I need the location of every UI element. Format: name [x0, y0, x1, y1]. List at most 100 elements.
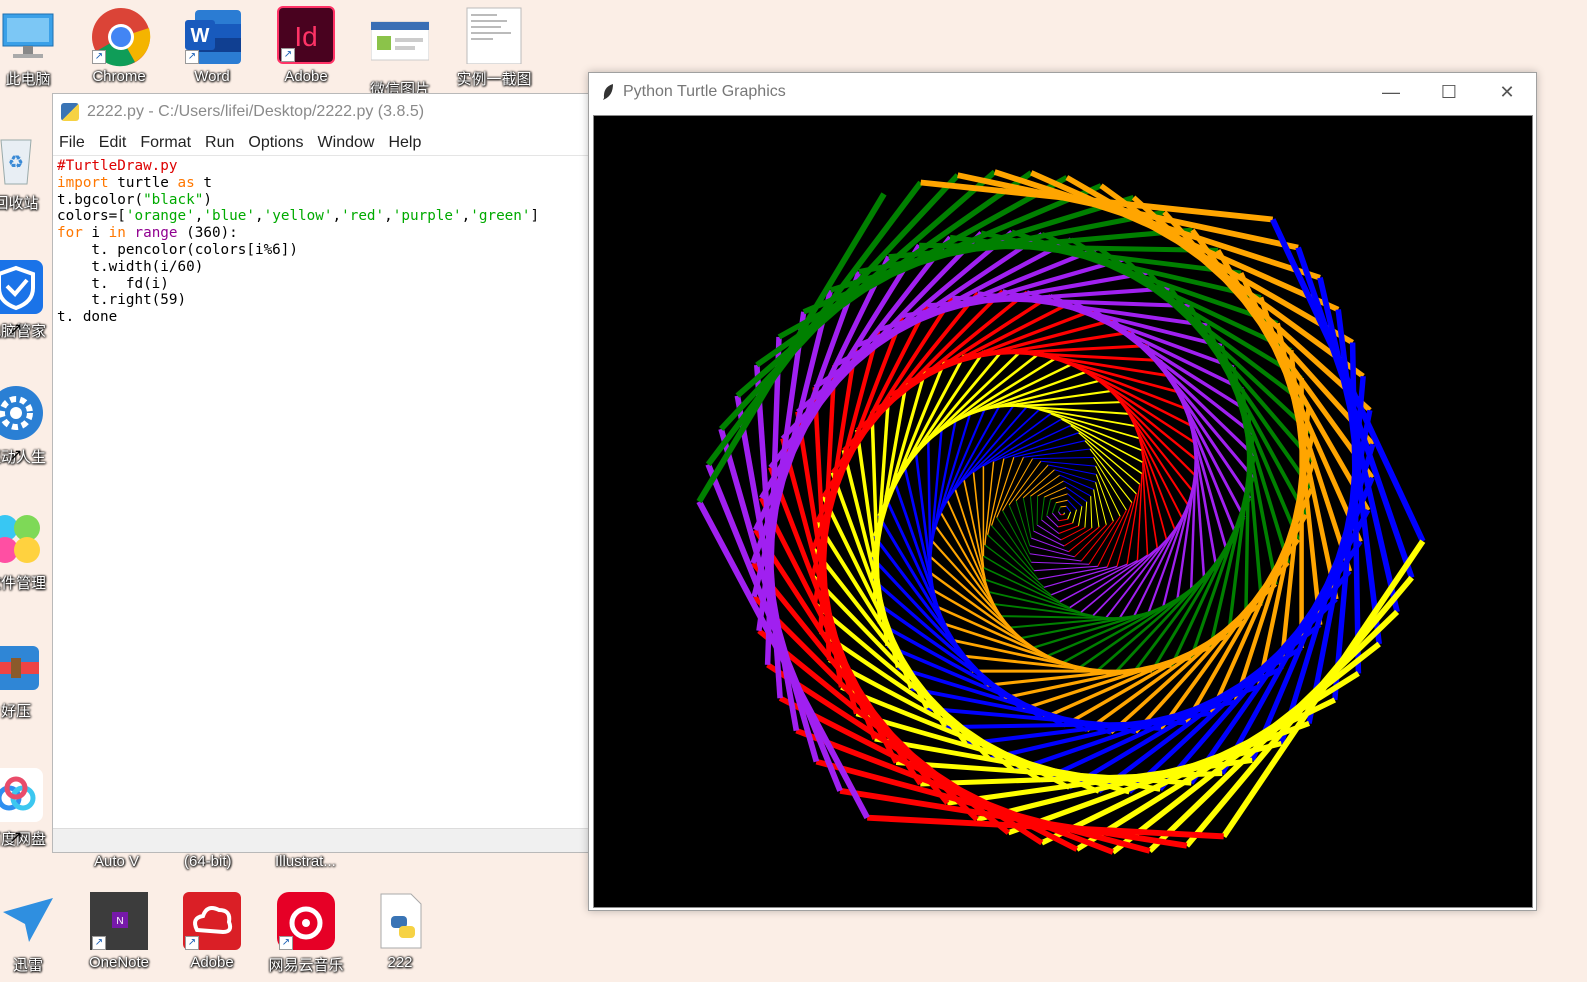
- bird-icon: [0, 892, 57, 950]
- turtle-graphics-window[interactable]: Python Turtle Graphics — ☐ ✕: [588, 72, 1537, 911]
- turtle-stroke: [1067, 511, 1072, 520]
- turtle-stroke: [984, 578, 1081, 614]
- desktop-icon-screenshot[interactable]: 实例一截图: [454, 6, 534, 89]
- svg-text:Id: Id: [294, 21, 317, 52]
- code-text: turtle: [108, 174, 178, 191]
- desktop-icon-adobe-cc[interactable]: ↗ Adobe: [172, 892, 252, 971]
- desktop-icon-word[interactable]: W ↗ Word: [172, 6, 252, 85]
- turtle-stroke: [1032, 456, 1094, 460]
- desktop-icon-pc-manager[interactable]: ↗ 电脑管家: [0, 260, 56, 341]
- desktop-icon-onenote[interactable]: N ↗ OneNote: [79, 892, 159, 971]
- desktop-icon-driver[interactable]: ↗ 驱动人生: [0, 386, 56, 467]
- code-string: "black": [143, 191, 204, 208]
- code-line: t. done: [57, 309, 118, 326]
- desktop-icon-wechat-image[interactable]: 微信图片: [360, 16, 440, 99]
- turtle-stroke: [718, 173, 960, 431]
- document-thumbnail-icon: [465, 6, 523, 65]
- code-line: colors=['orange','blue','yellow','red','…: [57, 208, 540, 225]
- desktop-icon-haozip[interactable]: 好压: [0, 640, 56, 721]
- idle-editor-window[interactable]: 2222.py - C:/Users/lifei/Desktop/2222.py…: [52, 93, 592, 853]
- code-text: t: [194, 174, 212, 191]
- turtle-stroke: [1065, 505, 1072, 513]
- menu-help[interactable]: Help: [388, 134, 421, 152]
- code-line: t.right(59): [57, 292, 187, 309]
- python-idle-icon: [61, 103, 79, 121]
- turtle-canvas[interactable]: [593, 115, 1533, 908]
- minimize-button[interactable]: —: [1362, 73, 1420, 111]
- code-string: 'yellow': [263, 208, 333, 225]
- menu-format[interactable]: Format: [140, 134, 191, 152]
- code-line: t. fd(i): [57, 275, 169, 292]
- music-icon: ↗: [277, 892, 335, 950]
- shortcut-arrow-icon: ↗: [281, 48, 295, 62]
- turtle-stroke: [1029, 553, 1082, 562]
- code-string: 'red': [341, 208, 385, 225]
- desktop-icon-recycle-bin[interactable]: ♻ 回收站: [0, 132, 56, 213]
- turtle-stroke: [718, 428, 820, 763]
- turtle-stroke: [1084, 501, 1088, 528]
- desktop-icon-baidu-netdisk[interactable]: ↗ 百度网盘: [0, 768, 56, 849]
- code-editor[interactable]: #TurtleDraw.py import turtle as t t.bgcolo…: [57, 158, 591, 826]
- desktop-icon-adobe-indesign[interactable]: Id ↗ Adobe: [266, 6, 346, 85]
- computer-icon: [0, 6, 57, 64]
- shortcut-arrow-icon: ↗: [9, 829, 23, 846]
- desktop-icon-label: Auto V: [94, 853, 140, 870]
- desktop-icon-label: 回收站: [0, 195, 39, 212]
- turtle-stroke: [1060, 505, 1067, 508]
- turtle-stroke: [1036, 495, 1039, 526]
- turtle-stroke: [1067, 499, 1077, 511]
- maximize-button[interactable]: ☐: [1420, 73, 1478, 111]
- cloud-icon: ↗: [0, 768, 43, 846]
- turtle-stroke: [1057, 511, 1062, 516]
- turtle-stroke: [1065, 486, 1087, 503]
- turtle-stroke: [1093, 457, 1127, 511]
- desktop-icon-label: 实例一截图: [456, 71, 532, 88]
- turtle-stroke: [1038, 566, 1108, 580]
- turtle-stroke: [988, 591, 1093, 617]
- shortcut-arrow-icon: ↗: [279, 936, 293, 950]
- idle-window-title: 2222.py - C:/Users/lifei/Desktop/2222.py…: [87, 103, 425, 120]
- svg-text:N: N: [116, 916, 123, 927]
- python-file-icon: [371, 892, 429, 950]
- turtle-stroke: [1060, 527, 1086, 541]
- menu-run[interactable]: Run: [205, 134, 234, 152]
- code-string: 'green': [470, 208, 531, 225]
- turtle-stroke: [1055, 499, 1068, 504]
- desktop-icon-python-file[interactable]: 222: [360, 892, 440, 971]
- menu-edit[interactable]: Edit: [99, 134, 127, 152]
- turtle-stroke: [1093, 489, 1100, 528]
- turtle-stroke: [1050, 493, 1068, 500]
- menu-window[interactable]: Window: [318, 134, 375, 152]
- turtle-stroke: [1080, 520, 1114, 562]
- desktop-icon-computer[interactable]: 此电脑: [0, 6, 68, 89]
- turtle-drawing: [696, 169, 1426, 855]
- desktop-icon-thunder[interactable]: 迅雷: [0, 892, 68, 975]
- turtle-stroke: [1008, 461, 1042, 506]
- close-button[interactable]: ✕: [1478, 73, 1536, 111]
- code-text: ): [203, 191, 212, 208]
- code-keyword: as: [177, 174, 195, 191]
- idle-titlebar[interactable]: 2222.py - C:/Users/lifei/Desktop/2222.py…: [53, 94, 591, 130]
- desktop-icon-label: Adobe: [190, 954, 234, 971]
- feather-icon: [603, 84, 613, 100]
- desktop-icon-label: 迅雷: [12, 957, 43, 974]
- turtle-stroke: [972, 472, 985, 568]
- desktop-icon-chrome[interactable]: ↗ Chrome: [79, 6, 159, 85]
- turtle-stroke: [1051, 512, 1060, 522]
- menu-file[interactable]: File: [59, 134, 85, 152]
- turtle-stroke: [1058, 522, 1073, 528]
- menu-options[interactable]: Options: [248, 134, 303, 152]
- code-keyword: import: [57, 174, 109, 191]
- shortcut-arrow-icon: ↗: [92, 50, 106, 64]
- shortcut-arrow-icon: ↗: [9, 447, 23, 464]
- code-string: 'orange': [125, 208, 195, 225]
- code-text: (360):: [177, 225, 238, 242]
- turtle-stroke: [1013, 404, 1130, 415]
- desktop-icon-label: 网易云音乐: [268, 957, 344, 974]
- desktop-icon-software-manager[interactable]: 软件管理: [0, 512, 56, 593]
- code-comment: #TurtleDraw.py: [57, 158, 178, 174]
- turtle-stroke: [1067, 493, 1083, 507]
- desktop-icon-label: Chrome: [92, 68, 146, 85]
- desktop-icon-netease-music[interactable]: ↗ 网易云音乐: [266, 892, 346, 975]
- turtle-stroke: [1000, 615, 1120, 620]
